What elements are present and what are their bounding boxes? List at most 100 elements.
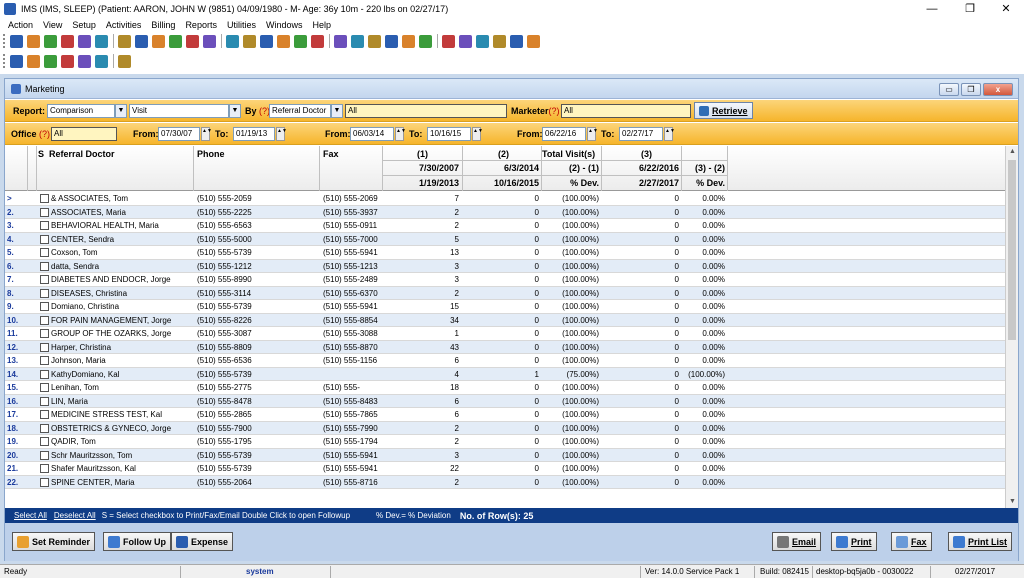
range3-to-spinner[interactable]: ▲▼ [664, 126, 675, 141]
range2-to-spinner[interactable]: ▲▼ [472, 126, 483, 141]
table-row[interactable]: 20. Schr Mauritzsson, Tom (510) 555-5739 (5… [5, 448, 1005, 462]
expense-button[interactable]: Expense [171, 532, 234, 551]
table-row[interactable]: 18. OBSTETRICS & GYNECO, Jorge (510) 555-7… [5, 421, 1005, 435]
mail-icon[interactable] [203, 34, 216, 48]
header-referral-doctor[interactable]: Referral Doctor [49, 149, 115, 159]
book-icon[interactable] [260, 34, 273, 48]
row-select-checkbox[interactable] [40, 437, 49, 446]
document-icon[interactable] [61, 34, 74, 48]
report-type-select[interactable]: Visit [129, 103, 229, 118]
menu-help[interactable]: Help [312, 20, 331, 30]
table-row[interactable]: 10. FOR PAIN MANAGEMENT, Jorge (510) 555-8… [5, 313, 1005, 327]
marketer-input[interactable]: All [561, 103, 691, 118]
row-select-checkbox[interactable] [40, 261, 49, 271]
table-row[interactable]: 5. Coxson, Tom (510) 555-5739 (510) 555-594… [5, 246, 1005, 260]
table-row[interactable]: 21. Shafer Mauritzsson, Kal (510) 555-5739… [5, 462, 1005, 476]
table-row[interactable]: 13. Johnson, Maria (510) 555-6536 (510) 555… [5, 354, 1005, 368]
toolbar-grip[interactable] [3, 34, 6, 48]
deselect-all-link[interactable]: Deselect All [54, 511, 96, 520]
lock-icon[interactable] [510, 34, 523, 48]
table-row[interactable]: 2. ASSOCIATES, Maria (510) 555-2225 (510) 5… [5, 205, 1005, 219]
range1-from-date[interactable]: 07/30/07 [158, 126, 200, 141]
header-phone[interactable]: Phone [197, 149, 225, 159]
row-select-checkbox[interactable] [40, 302, 49, 311]
table-row[interactable]: 8. DISEASES, Christina (510) 555-3114 (510)… [5, 286, 1005, 300]
close-icon[interactable] [118, 54, 131, 68]
range1-to-date[interactable]: 01/19/13 [233, 126, 275, 141]
clipboard-icon[interactable] [78, 34, 91, 48]
report-dropdown-icon[interactable]: ▼ [115, 103, 127, 118]
email-button[interactable]: Email [772, 532, 822, 551]
row-select-checkbox[interactable] [40, 221, 49, 230]
by-select[interactable]: Referral Doctor [269, 103, 331, 118]
user-icon[interactable] [10, 34, 23, 48]
toolbar-grip[interactable] [3, 54, 6, 68]
notes-icon[interactable] [243, 34, 256, 48]
restore-button[interactable]: ❐ [952, 0, 988, 18]
row-select-checkbox[interactable] [40, 383, 49, 392]
report-type-dropdown-icon[interactable]: ▼ [229, 103, 241, 118]
sheet-icon[interactable] [368, 34, 381, 48]
table-row[interactable]: 9. Domiano, Christina (510) 555-5739 (510) … [5, 300, 1005, 314]
row-select-checkbox[interactable] [40, 369, 49, 379]
table-row[interactable]: 11. GROUP OF THE OZARKS, Jorge (510) 555-3… [5, 327, 1005, 341]
table-row[interactable]: 17. MEDICINE STRESS TEST, Kal (510) 555-28… [5, 408, 1005, 422]
schedule-icon[interactable] [402, 34, 415, 48]
table-row[interactable]: 12. Harper, Christina (510) 555-8809 (510) … [5, 340, 1005, 354]
range3-to-date[interactable]: 02/27/17 [619, 126, 663, 141]
row-select-checkbox[interactable] [40, 396, 49, 406]
scroll-down-icon[interactable]: ▼ [1006, 496, 1019, 508]
lab-icon[interactable] [226, 34, 239, 48]
print-button[interactable]: Print [831, 532, 877, 551]
by-dropdown-icon[interactable]: ▼ [331, 103, 343, 118]
row-select-checkbox[interactable] [40, 342, 49, 352]
table-row[interactable]: 22. SPINE CENTER, Maria (510) 555-2064 (510… [5, 475, 1005, 489]
chart-icon[interactable] [135, 34, 148, 48]
report-select[interactable]: Comparison [47, 103, 115, 118]
prev-icon[interactable] [27, 54, 40, 68]
row-select-checkbox[interactable] [40, 423, 49, 433]
row-select-checkbox[interactable] [40, 275, 49, 284]
set-reminder-button[interactable]: Set Reminder [12, 532, 96, 551]
list-icon[interactable] [476, 34, 489, 48]
menu-setup[interactable]: Setup [72, 20, 96, 30]
range1-from-spinner[interactable]: ▲▼ [201, 126, 212, 141]
close-button[interactable]: ✕ [988, 0, 1024, 18]
row-select-checkbox[interactable] [40, 464, 49, 473]
row-select-checkbox[interactable] [40, 194, 49, 203]
table-row[interactable]: 3. BEHAVIORAL HEALTH, Maria (510) 555-6563… [5, 219, 1005, 233]
first-icon[interactable] [10, 54, 23, 68]
refresh-icon[interactable] [78, 54, 91, 68]
table-row[interactable]: 7. DIABETES AND ENDOCR, Jorge (510) 555-89… [5, 273, 1005, 287]
minimize-button[interactable]: — [914, 0, 950, 18]
menu-utilities[interactable]: Utilities [227, 20, 256, 30]
table-row[interactable]: > & ASSOCIATES, Tom (510) 555-2059 (510) 55… [5, 192, 1005, 206]
last-icon[interactable] [61, 54, 74, 68]
range2-to-date[interactable]: 10/16/15 [427, 126, 471, 141]
range1-to-spinner[interactable]: ▲▼ [276, 126, 287, 141]
menu-reports[interactable]: Reports [185, 20, 217, 30]
office-input[interactable]: All [51, 126, 117, 141]
row-select-checkbox[interactable] [40, 248, 49, 257]
follow-up-button[interactable]: Follow Up [103, 532, 171, 551]
table-row[interactable]: 4. CENTER, Sendra (510) 555-5000 (510) 555-… [5, 232, 1005, 246]
table-row[interactable]: 6. datta, Sendra (510) 555-1212 (510) 555-1… [5, 259, 1005, 273]
scroll-up-icon[interactable]: ▲ [1006, 146, 1019, 158]
row-select-checkbox[interactable] [40, 477, 49, 487]
child-minimize-button[interactable]: ▭ [939, 83, 959, 96]
menu-windows[interactable]: Windows [266, 20, 303, 30]
hospital-icon[interactable] [277, 34, 290, 48]
help-icon[interactable] [493, 34, 506, 48]
settings-icon[interactable] [169, 34, 182, 48]
exit-icon[interactable] [527, 34, 540, 48]
row-select-checkbox[interactable] [40, 207, 49, 217]
folder-icon[interactable] [44, 34, 57, 48]
row-select-checkbox[interactable] [40, 288, 49, 298]
menu-activities[interactable]: Activities [106, 20, 142, 30]
row-select-checkbox[interactable] [40, 234, 49, 244]
range2-from-date[interactable]: 06/03/14 [350, 126, 394, 141]
menu-billing[interactable]: Billing [151, 20, 175, 30]
table-row[interactable]: 15. Lenihan, Tom (510) 555-2775 (510) 555- 1… [5, 381, 1005, 395]
range3-from-date[interactable]: 06/22/16 [542, 126, 586, 141]
table-row[interactable]: 14. KathyDomiano, Kal (510) 555-5739 4 1 (75.… [5, 367, 1005, 381]
